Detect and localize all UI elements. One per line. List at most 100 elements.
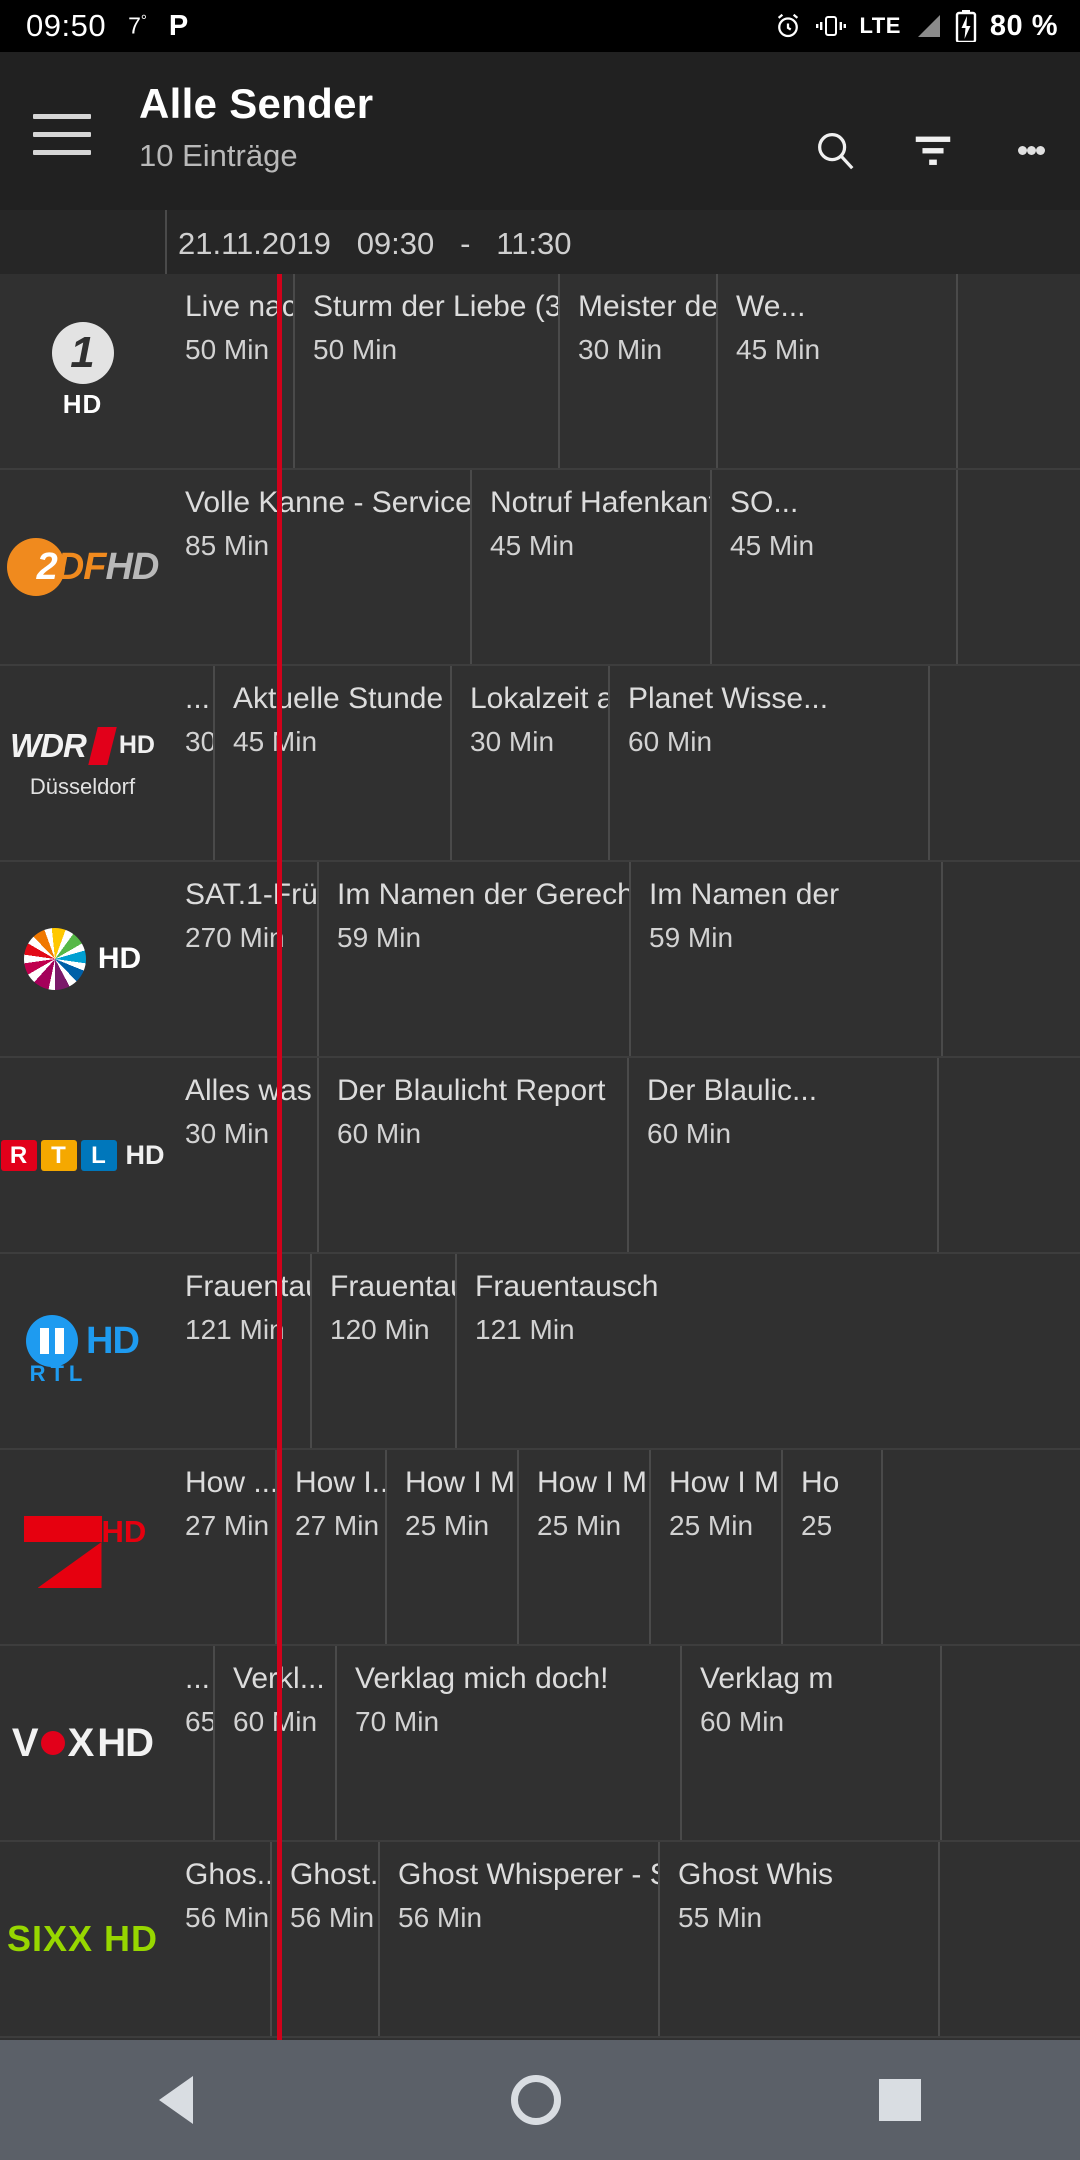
android-navigation-bar [0,2040,1080,2160]
program-cell[interactable]: Im Namen der Gerechtigke... 59 Min [319,862,631,1056]
hd-label: HD [62,389,103,419]
channel-row: VX HD... 65 Verkl... 60 Min Verklag mich doc… [0,1646,1080,1842]
rtl-hd-logo[interactable]: RTL HD [0,1058,165,1252]
program-cell[interactable]: Verklag m 60 Min [682,1646,942,1840]
program-cell[interactable]: SO... 45 Min [712,470,958,664]
sat1-ball-glyph [23,928,86,990]
ard-das-erste-hd-logo[interactable]: 1 HD [0,274,165,468]
prosieben-hd-logo[interactable]: HD [0,1450,165,1644]
program-cell[interactable]: Notruf Hafenkante 45 Min [472,470,712,664]
program-title: Im Namen der [649,878,840,911]
hd-label: HD [97,942,142,975]
program-duration: 120 Min [330,1313,430,1345]
app-bar-actions [786,110,1080,190]
battery-charging-icon [955,10,977,42]
program-duration: 30 [185,725,215,757]
program-duration: 27 Min [295,1509,380,1541]
program-cell[interactable]: Ghost Whisperer - Stimm... 56 Min [380,1842,660,2036]
channel-row: RTL HD Alles was ... 30 Min Der Blaulicht R… [0,1058,1080,1254]
wdr-hd-logo[interactable]: WDR HD Düsseldorf [0,666,165,860]
hd-label: HD [125,1139,165,1170]
program-cell[interactable]: Aktuelle Stunde 45 Min [215,666,452,860]
program-cell[interactable]: Live nac...50 Min [167,274,295,468]
program-cell[interactable]: Verkl... 60 Min [215,1646,337,1840]
status-clock: 09:50 [26,8,107,43]
hamburger-menu-icon[interactable] [33,114,91,168]
program-cell[interactable]: Planet Wisse... 60 Min [610,666,930,860]
wdr-red-bar [88,726,117,765]
program-cell[interactable]: How I M... 25 Min [651,1450,783,1644]
sat1-hd-logo[interactable]: HD [0,862,165,1056]
overflow-menu-icon[interactable] [982,110,1080,190]
program-cell[interactable]: Ghost... 56 Min [272,1842,380,2036]
home-button[interactable] [511,2075,561,2125]
program-cell[interactable]: Alles was ... 30 Min [167,1058,319,1252]
program-cell[interactable]: Ghost Whis 55 Min [660,1842,940,2036]
wdr-wordmark: WDR [10,726,87,764]
program-duration: 27 Min [185,1509,270,1541]
program-title: How I M... [405,1466,517,1499]
recents-button[interactable] [879,2079,921,2121]
program-cell[interactable]: ... 65 [167,1646,215,1840]
search-icon[interactable] [786,110,884,190]
program-cell[interactable]: Verklag mich doch! 70 Min [337,1646,682,1840]
program-cell[interactable]: Der Blaulic... 60 Min [629,1058,939,1252]
program-title: Ghost Whisperer - Stimm... [398,1858,658,1891]
channel-row: SIXX HDGhos...56 MinGhost...56 MinGhost … [0,1842,1080,2038]
program-duration: 60 Min [700,1705,785,1737]
program-title: Ghost Whis [678,1858,834,1891]
program-cell[interactable]: Volle Kanne - Service täglich 85 Min [167,470,472,664]
program-title: Verklag mich doch! [355,1662,609,1695]
program-duration: 56 Min [185,1901,270,1933]
program-cell[interactable]: Frauentausch 121 Min [457,1254,1080,1448]
program-cell[interactable]: How I... 27 Min [277,1450,387,1644]
battery-percent: 80 % [989,9,1058,42]
program-cell[interactable]: Ghos... 56 Min [167,1842,272,2036]
status-bar-left: 09:50 7° P [0,8,188,44]
program-duration: 30 Min [470,725,555,757]
zdf-hd-logo[interactable]: 2DFHD [0,470,165,664]
program-title: How I... [295,1466,387,1499]
rtl2-hd-logo[interactable]: HD RTL [0,1254,165,1448]
program-title: How I M... [669,1466,781,1499]
program-cell[interactable]: Lokalzeit a... 30 Min [452,666,610,860]
program-cell[interactable]: How I M... 25 Min [519,1450,651,1644]
program-title: Meister de... [578,290,718,323]
program-duration: 56 Min [398,1901,483,1933]
program-cell[interactable]: SAT.1-Früh... 270 Min [167,862,319,1056]
program-cell[interactable]: Der Blaulicht Report 60 Min [319,1058,629,1252]
program-title: Verkl... [233,1662,335,1697]
program-cell[interactable]: Im Namen der 59 Min [631,862,943,1056]
program-list: How ... 27 Min How I... 27 Min How I M... 25 … [167,1450,883,1644]
vibrate-icon [816,13,847,39]
program-cell[interactable]: How ... 27 Min [167,1450,277,1644]
program-title: ... [185,682,211,715]
program-duration: 45 Min [490,529,575,561]
program-cell[interactable]: Frauentau... 120 Min [312,1254,457,1448]
program-cell[interactable]: Meister de... 30 Min [560,274,718,468]
vox-hd-logo[interactable]: VX HD [0,1646,165,1840]
program-list: Live nac...50 Min Sturm der Liebe (3274) 5… [167,274,958,468]
program-grid[interactable]: 1 HDLive nac...50 MinSturm der Liebe (32… [0,274,1080,2040]
program-cell[interactable]: Sturm der Liebe (3274) 50 Min [295,274,560,468]
program-duration: 59 Min [337,921,422,953]
program-cell[interactable]: Ho 25 [783,1450,883,1644]
rtl-wordmark: RTL HD [0,1139,165,1171]
program-cell[interactable]: We... 45 Min [718,274,958,468]
sixx-hd-logo[interactable]: SIXX HD [0,1842,165,2036]
ard-one-glyph: 1 [51,322,114,384]
program-duration: 59 Min [649,921,734,953]
program-duration: 60 Min [647,1117,732,1149]
zdf-wordmark: 2DFHD [36,545,160,588]
program-list: SAT.1-Früh... 270 Min Im Namen der Gerecht… [167,862,943,1056]
current-time-indicator [277,274,282,2040]
program-duration: 60 Min [628,725,713,757]
program-cell[interactable]: ... 30 [167,666,215,860]
program-title: Verklag m [700,1662,834,1695]
back-button[interactable] [159,2076,193,2124]
program-cell[interactable]: Frauentau... 121 Min [167,1254,312,1448]
program-duration: 55 Min [678,1901,763,1933]
program-cell[interactable]: How I M... 25 Min [387,1450,519,1644]
filter-icon[interactable] [884,110,982,190]
program-title: How ... [185,1466,277,1499]
